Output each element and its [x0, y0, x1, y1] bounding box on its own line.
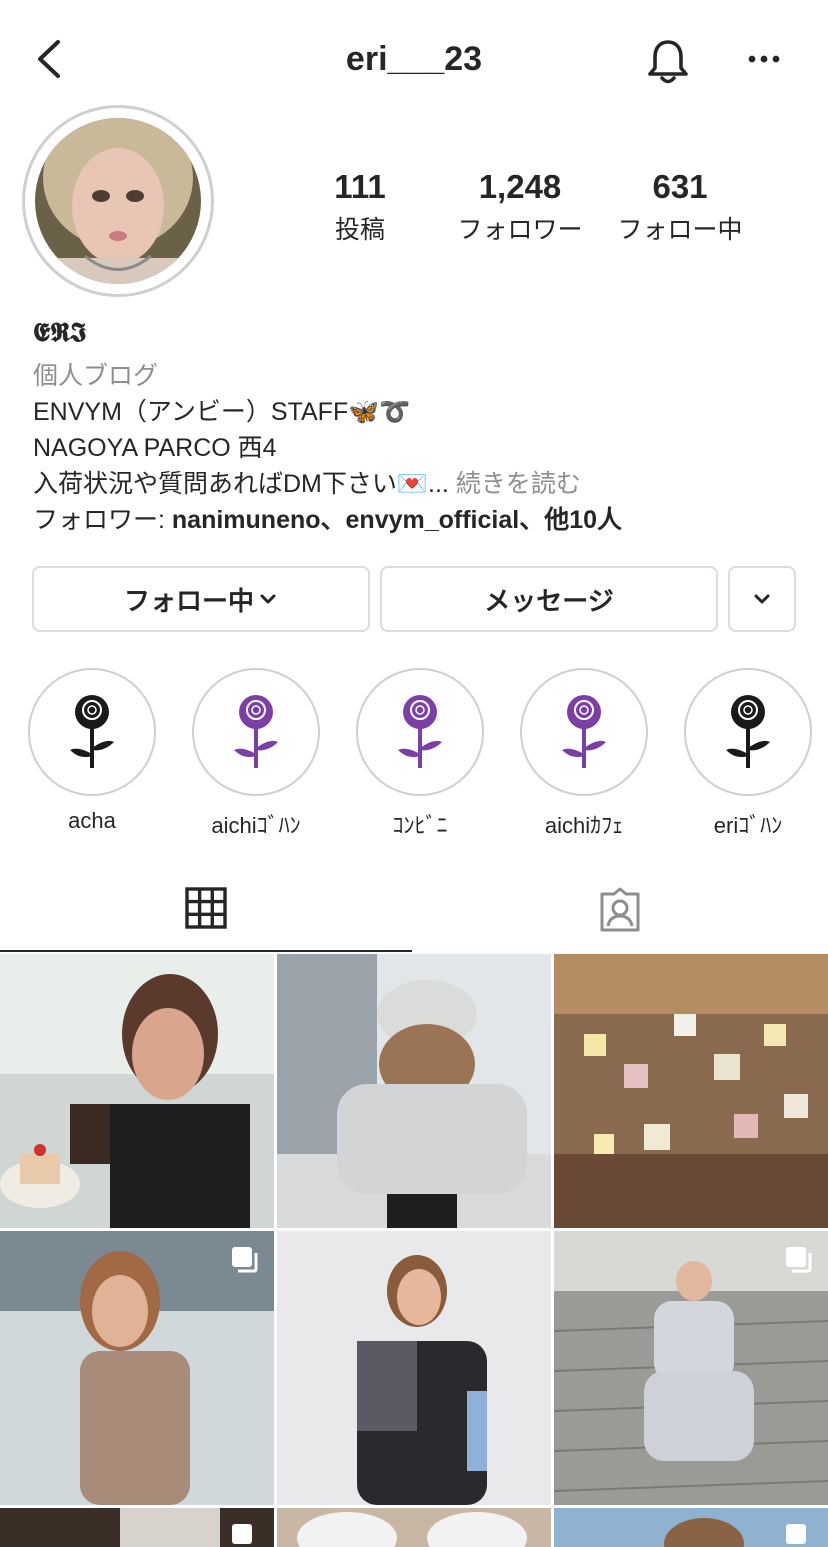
mutual-followers-prefix: フォロワー:: [33, 506, 172, 534]
bio-line-1: ENVYM（アンビー）STAFF🦋➰: [33, 398, 411, 426]
rose-icon: [28, 668, 156, 796]
highlight-label: acha: [68, 808, 116, 833]
highlight-label: ｺﾝﾋﾞﾆ: [392, 813, 448, 838]
grid-icon[interactable]: [184, 886, 228, 930]
bio-line-2: NAGOYA PARCO 西4: [33, 434, 277, 462]
profile-category: 個人ブログ: [33, 362, 159, 390]
mutual-followers[interactable]: フォロワー: nanimuneno、envym_official、他10人: [33, 500, 813, 536]
post-thumbnail[interactable]: [554, 1231, 828, 1505]
story-highlight[interactable]: aichiｺﾞﾊﾝ: [191, 668, 321, 840]
followers-label: フォロワー: [457, 216, 583, 244]
rose-icon: [684, 668, 812, 796]
story-highlight[interactable]: eriｺﾞﾊﾝ: [683, 668, 813, 840]
top-bar: eri___23: [0, 0, 828, 120]
bio-line-3-text: 入荷状況や質問あればDM下さい💌...: [33, 470, 449, 498]
profile-bio: 𝕰𝕽𝕴 個人ブログ ENVYM（アンビー）STAFF🦋➰ NAGOYA PARC…: [33, 318, 813, 536]
profile-tabs: [0, 860, 828, 952]
display-name: 𝕰𝕽𝕴: [33, 318, 87, 348]
multi-photo-icon: [786, 1524, 806, 1544]
following-label: フォロー中: [617, 216, 743, 244]
bell-icon[interactable]: [642, 36, 694, 88]
posts-count: 111: [334, 168, 386, 205]
rose-icon: [520, 668, 648, 796]
rose-icon: [192, 668, 320, 796]
tagged-icon[interactable]: [596, 886, 644, 934]
story-highlight[interactable]: acha: [27, 668, 157, 834]
avatar-photo: [35, 118, 201, 284]
posts-label: 投稿: [334, 216, 385, 244]
following-button-label: フォロー中: [123, 585, 254, 616]
post-thumbnail[interactable]: [554, 954, 828, 1228]
stat-posts: 111 投稿: [270, 168, 450, 246]
stat-following[interactable]: 631 フォロー中: [590, 168, 770, 246]
chevron-down-icon: [260, 594, 276, 604]
profile-avatar[interactable]: [22, 105, 214, 297]
mutual-followers-names: nanimuneno、envym_official、他10人: [171, 506, 623, 534]
highlight-label: aichiｺﾞﾊﾝ: [211, 813, 301, 838]
multi-photo-icon: [232, 1247, 258, 1273]
message-button[interactable]: メッセージ: [380, 566, 718, 632]
highlight-label: eriｺﾞﾊﾝ: [713, 813, 783, 838]
stat-followers[interactable]: 1,248 フォロワー: [430, 168, 610, 246]
highlight-label: aichiｶﾌｪ: [544, 813, 624, 838]
post-thumbnail[interactable]: [0, 1508, 274, 1547]
following-button[interactable]: フォロー中: [32, 566, 370, 632]
message-button-label: メッセージ: [484, 585, 614, 616]
chevron-down-icon: [754, 594, 770, 604]
post-thumbnail[interactable]: [0, 954, 274, 1228]
multi-photo-icon: [786, 1247, 812, 1273]
post-thumbnail[interactable]: [277, 954, 551, 1228]
story-highlight[interactable]: ｺﾝﾋﾞﾆ: [355, 668, 485, 840]
active-tab-indicator: [0, 950, 412, 952]
post-thumbnail[interactable]: [277, 1231, 551, 1505]
profile-username: eri___23: [345, 40, 483, 78]
followers-count: 1,248: [478, 168, 562, 205]
rose-icon: [356, 668, 484, 796]
story-highlight[interactable]: aichiｶﾌｪ: [519, 668, 649, 840]
more-icon[interactable]: [742, 44, 786, 74]
following-count: 631: [652, 168, 708, 205]
post-thumbnail[interactable]: [554, 1508, 828, 1547]
multi-photo-icon: [232, 1524, 252, 1544]
post-thumbnail[interactable]: [0, 1231, 274, 1505]
post-thumbnail[interactable]: [277, 1508, 551, 1547]
read-more-link[interactable]: 続きを読む: [456, 470, 581, 498]
bio-line-3: 入荷状況や質問あればDM下さい💌... 続きを読む: [33, 464, 813, 500]
suggested-accounts-button[interactable]: [728, 566, 796, 632]
